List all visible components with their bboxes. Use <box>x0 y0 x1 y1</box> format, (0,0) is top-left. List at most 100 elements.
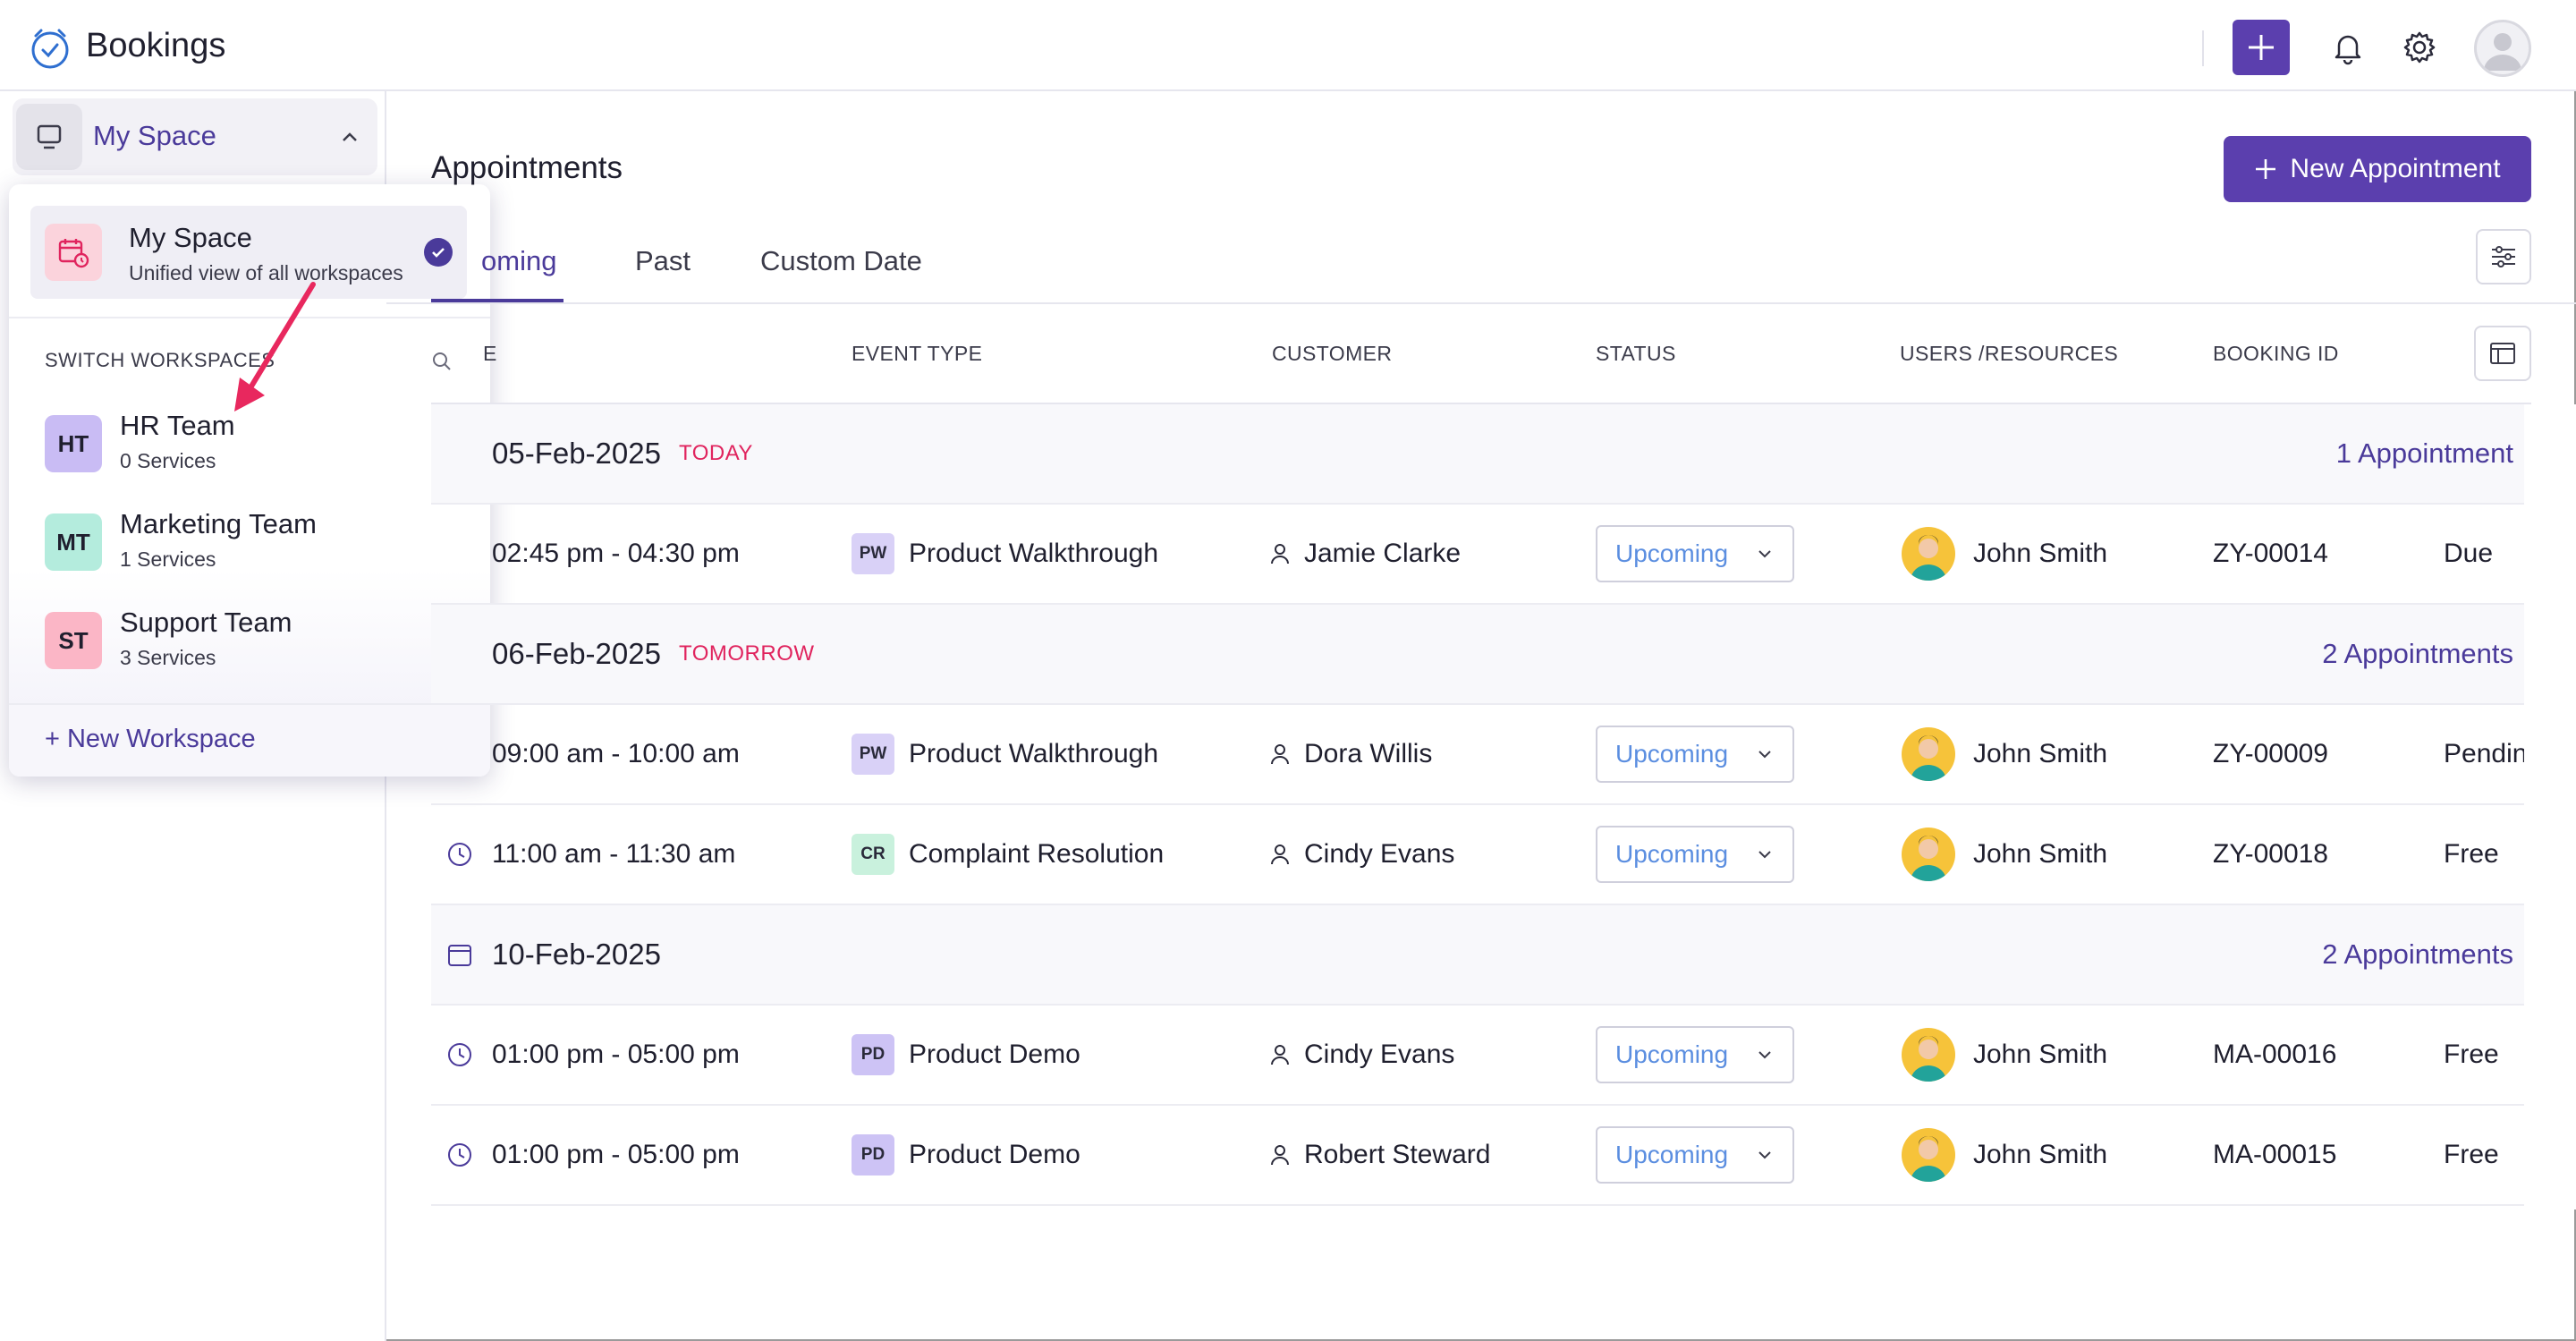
workspace-services: 3 Services <box>120 646 216 669</box>
event-type-badge: PW <box>852 734 894 775</box>
person-icon <box>1271 1045 1289 1065</box>
workspace-badge: MT <box>45 513 102 571</box>
table-clip <box>2524 404 2576 1209</box>
monitor-icon <box>16 104 82 170</box>
column-header-date: E <box>483 342 497 365</box>
chevron-down-icon <box>1758 751 1771 759</box>
status-dropdown[interactable]: Upcoming <box>1596 826 1794 883</box>
table-row[interactable]: 09:00 am - 10:00 am PW Product Walkthrough… <box>431 705 2542 805</box>
plus-icon <box>2256 159 2276 179</box>
group-date: 05-Feb-2025 <box>492 437 661 470</box>
workspace-switcher-label: My Space <box>93 120 216 151</box>
bell-icon[interactable] <box>2329 29 2367 66</box>
page-title: Appointments <box>431 150 623 185</box>
booking-id[interactable]: ZY-00014 <box>2213 539 2328 569</box>
table-row[interactable]: 02:45 pm - 04:30 pm PW Product Walkthrough… <box>431 505 2531 605</box>
table-row[interactable]: 01:00 pm - 05:00 pm PD Product Demo Robert … <box>431 1106 2531 1206</box>
user-avatar <box>1902 527 1955 581</box>
new-appointment-button[interactable]: New Appointment <box>2224 136 2531 202</box>
workspace-option-support-team[interactable]: ST Support Team 3 Services <box>45 605 465 676</box>
group-count-link[interactable]: 1 Appointment <box>2336 437 2513 470</box>
new-workspace-link[interactable]: + New Workspace <box>45 725 256 754</box>
event-type-badge: PD <box>852 1034 894 1075</box>
my-space-title: My Space <box>129 222 252 253</box>
workspace-option-marketing-team[interactable]: MT Marketing Team 1 Services <box>45 506 465 578</box>
payment-status: Due <box>2444 539 2494 568</box>
group-date: 10-Feb-2025 <box>492 938 661 971</box>
popup-footer: + New Workspace <box>9 703 490 777</box>
user-avatar <box>1902 1128 1955 1182</box>
group-date-tag: TODAY <box>678 441 753 465</box>
clock-icon <box>448 1043 471 1066</box>
customer-name[interactable]: Robert Steward <box>1304 1140 1490 1170</box>
person-icon <box>1271 744 1289 765</box>
status-value: Upcoming <box>1615 1040 1729 1068</box>
clock-icon <box>448 1143 471 1167</box>
appointment-time: 11:00 am - 11:30 am <box>492 839 736 869</box>
columns-icon <box>2490 343 2515 364</box>
clock-icon <box>448 843 471 866</box>
tab-custom-date[interactable]: Custom Date <box>760 245 922 277</box>
chevron-down-icon <box>1758 1051 1771 1059</box>
status-value: Upcoming <box>1615 740 1729 768</box>
event-type: Product Walkthrough <box>909 739 1159 768</box>
status-dropdown[interactable]: Upcoming <box>1596 1126 1794 1184</box>
workspace-badge: ST <box>45 612 102 669</box>
group-count-link[interactable]: 2 Appointments <box>2322 638 2513 670</box>
status-dropdown[interactable]: Upcoming <box>1596 525 1794 582</box>
app-logo-icon <box>31 29 69 69</box>
app-title: Bookings <box>86 27 226 64</box>
workspace-switcher[interactable]: My Space <box>13 98 377 175</box>
event-type: Product Demo <box>909 1140 1080 1169</box>
status-value: Upcoming <box>1615 840 1729 868</box>
user-avatar <box>1902 828 1955 881</box>
payment-status: Free <box>2444 1040 2499 1069</box>
table-row[interactable]: 11:00 am - 11:30 am CR Complaint Resolutio… <box>431 805 2531 905</box>
user-avatar-icon[interactable] <box>2474 20 2531 77</box>
workspace-name: HR Team <box>120 410 235 441</box>
column-header-users: USERS /RESOURCES <box>1900 342 2119 365</box>
booking-id[interactable]: MA-00015 <box>2213 1140 2336 1170</box>
column-settings-button[interactable] <box>2474 326 2531 381</box>
workspace-option-hr-team[interactable]: HT HR Team 0 Services <box>45 408 465 480</box>
gear-icon[interactable] <box>2401 29 2438 66</box>
chevron-down-icon <box>1758 550 1771 558</box>
date-group-row: 05-Feb-2025 TODAY 1 Appointment <box>431 404 2531 505</box>
user-name: John Smith <box>1973 1040 2108 1069</box>
booking-id[interactable]: MA-00016 <box>2213 1040 2336 1070</box>
customer-name[interactable]: Dora Willis <box>1304 739 1432 769</box>
customer-name[interactable]: Jamie Clarke <box>1304 539 1461 569</box>
group-date-tag: TOMORROW <box>678 641 815 666</box>
quick-add-button[interactable] <box>2233 20 2290 75</box>
column-header-status: STATUS <box>1596 342 1676 365</box>
active-tab-indicator <box>431 299 564 302</box>
workspace-services: 0 Services <box>120 449 216 472</box>
plus-icon <box>2249 35 2274 60</box>
switch-workspaces-label: SWITCH WORKSPACES <box>45 349 275 371</box>
event-type: Product Walkthrough <box>909 539 1159 568</box>
booking-id[interactable]: ZY-00009 <box>2213 739 2328 769</box>
table-row[interactable]: 01:00 pm - 05:00 pm PD Product Demo Cindy E… <box>431 1006 2531 1106</box>
payment-status: Free <box>2444 839 2499 869</box>
group-count-link[interactable]: 2 Appointments <box>2322 938 2513 971</box>
table-header: E EVENT TYPE CUSTOMER STATUS USERS /RESO… <box>431 306 2531 404</box>
status-dropdown[interactable]: Upcoming <box>1596 726 1794 783</box>
tab-past[interactable]: Past <box>635 245 691 277</box>
customer-name[interactable]: Cindy Evans <box>1304 1040 1454 1070</box>
appointment-time: 01:00 pm - 05:00 pm <box>492 1040 740 1069</box>
column-header-customer: CUSTOMER <box>1272 342 1393 365</box>
person-icon <box>1271 1145 1289 1166</box>
status-value: Upcoming <box>1615 1141 1729 1168</box>
appointment-time: 09:00 am - 10:00 am <box>492 739 740 768</box>
status-dropdown[interactable]: Upcoming <box>1596 1026 1794 1083</box>
customer-name[interactable]: Cindy Evans <box>1304 839 1454 870</box>
tab-upcoming[interactable]: oming <box>481 245 556 277</box>
filter-button[interactable] <box>2476 229 2531 284</box>
date-group-row: 06-Feb-2025 TOMORROW 2 Appointments <box>431 605 2531 705</box>
new-appointment-label: New Appointment <box>2290 154 2501 183</box>
appointment-time: 02:45 pm - 04:30 pm <box>492 539 740 568</box>
booking-id[interactable]: ZY-00018 <box>2213 839 2328 870</box>
top-separator <box>2202 30 2204 66</box>
